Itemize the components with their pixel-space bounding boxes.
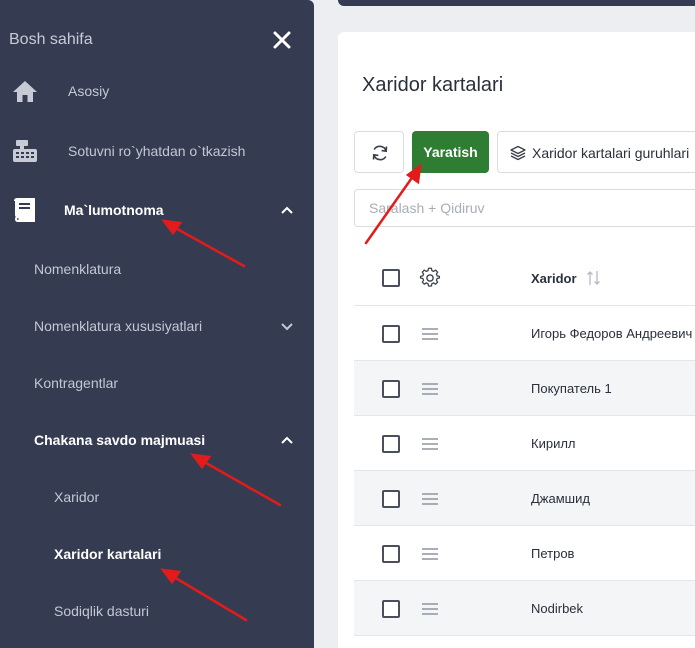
row-checkbox[interactable] <box>382 435 400 453</box>
sidebar-item-nomenklatura-properties[interactable]: Nomenklatura xususiyatlari <box>0 306 314 346</box>
sidebar-item-xaridor[interactable]: Xaridor <box>0 477 314 517</box>
drag-handle-icon[interactable] <box>421 492 439 506</box>
drag-handle-icon[interactable] <box>421 327 439 341</box>
card-groups-label: Xaridor kartalari guruhlari <box>532 145 690 161</box>
sidebar-item-nomenklatura[interactable]: Nomenklatura <box>0 249 314 289</box>
sidebar-item-malumotnoma[interactable]: Ma`lumotnoma <box>0 190 314 230</box>
drag-handle-icon[interactable] <box>421 382 439 396</box>
refresh-button[interactable] <box>354 131 404 173</box>
search-input[interactable] <box>354 189 695 227</box>
row-checkbox[interactable] <box>382 545 400 563</box>
sidebar-item-retail-complex[interactable]: Chakana savdo majmuasi <box>0 420 314 460</box>
sidebar-item-label: Asosiy <box>68 83 110 99</box>
gear-icon[interactable] <box>419 267 441 289</box>
sidebar-item-label: Ma`lumotnoma <box>64 202 164 218</box>
row-name: Nodirbek <box>531 601 584 616</box>
select-all-checkbox[interactable] <box>382 269 400 287</box>
sidebar-header-title: Bosh sahifa <box>9 31 93 48</box>
chevron-up-icon[interactable] <box>280 204 294 216</box>
sidebar: Bosh sahifa Asosiy Sotuvni ro`yhatdan o`… <box>0 0 314 648</box>
drag-handle-icon[interactable] <box>421 547 439 561</box>
sidebar-item-asosiy[interactable]: Asosiy <box>0 71 314 111</box>
row-name: Игорь Федоров Андреевич <box>531 326 693 341</box>
table-row[interactable]: Джамшид <box>354 471 695 526</box>
row-name: Покупатель 1 <box>531 381 612 396</box>
layers-icon <box>510 145 526 161</box>
sidebar-item-label: Xaridor kartalari <box>54 546 162 562</box>
create-button[interactable]: Yaratish <box>412 131 489 173</box>
sidebar-item-kontragentlar[interactable]: Kontragentlar <box>0 363 314 403</box>
table-row[interactable]: Покупатель 1 <box>354 361 695 416</box>
sidebar-item-label: Kontragentlar <box>34 375 119 391</box>
row-checkbox[interactable] <box>382 490 400 508</box>
book-icon <box>14 198 35 222</box>
close-icon[interactable] <box>272 30 292 50</box>
drag-handle-icon[interactable] <box>421 437 439 451</box>
page-title: Xaridor kartalari <box>362 74 504 96</box>
sidebar-header: Bosh sahifa <box>0 22 314 60</box>
sidebar-item-label: Chakana savdo majmuasi <box>34 432 206 448</box>
cash-register-icon <box>13 140 37 162</box>
row-checkbox[interactable] <box>382 325 400 343</box>
table-header: Xaridor <box>354 250 695 306</box>
sidebar-item-loyalty-program[interactable]: Sodiqlik dasturi <box>0 591 314 631</box>
row-checkbox[interactable] <box>382 380 400 398</box>
chevron-down-icon[interactable] <box>280 320 294 332</box>
sidebar-item-label: Nomenklatura <box>34 261 122 277</box>
sidebar-item-label: Nomenklatura xususiyatlari <box>34 318 203 334</box>
table-row[interactable]: Nodirbek <box>354 581 695 636</box>
sort-icon[interactable] <box>586 269 602 287</box>
table-row[interactable]: Кирилл <box>354 416 695 471</box>
sidebar-item-label: Sotuvni ro`yhatdan o`tkazish <box>68 143 246 159</box>
top-bar <box>338 0 695 6</box>
sidebar-item-label: Sodiqlik dasturi <box>54 603 149 619</box>
drag-handle-icon[interactable] <box>421 602 439 616</box>
table-row[interactable]: Игорь Федоров Андреевич <box>354 306 695 361</box>
sidebar-item-sales-registration[interactable]: Sotuvni ro`yhatdan o`tkazish <box>0 131 314 171</box>
row-name: Джамшид <box>531 491 590 506</box>
sidebar-item-label: Xaridor <box>54 489 100 505</box>
row-checkbox[interactable] <box>382 600 400 618</box>
row-name: Петров <box>531 546 575 561</box>
table-row[interactable]: Петров <box>354 526 695 581</box>
sidebar-item-xaridor-kartalari[interactable]: Xaridor kartalari <box>0 534 314 574</box>
chevron-up-icon[interactable] <box>280 434 294 446</box>
card-groups-button[interactable]: Xaridor kartalari guruhlari <box>497 131 695 173</box>
column-header-xaridor[interactable]: Xaridor <box>531 271 577 286</box>
row-name: Кирилл <box>531 436 576 451</box>
refresh-icon <box>372 145 388 161</box>
home-icon <box>13 81 37 102</box>
